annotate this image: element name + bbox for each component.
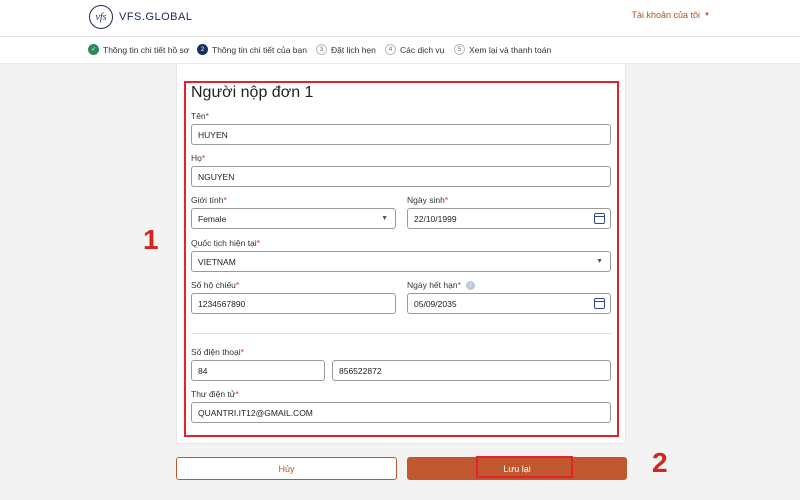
- step-label: Các dịch vụ: [400, 44, 445, 55]
- first-name-input[interactable]: HUYEN: [191, 124, 611, 145]
- step-services[interactable]: 4 Các dịch vụ: [385, 44, 444, 55]
- gender-select[interactable]: Female ▼: [191, 208, 396, 229]
- phone-number-input[interactable]: 856522872: [332, 360, 611, 381]
- vfs-logo[interactable]: vfs VFS.GLOBAL: [89, 5, 192, 29]
- step-appointment[interactable]: 3 Đặt lịch hẹn: [316, 44, 376, 55]
- chevron-down-icon: ▼: [704, 12, 710, 18]
- nationality-select[interactable]: VIETNAM ▼: [191, 251, 611, 272]
- info-icon[interactable]: i: [466, 281, 476, 291]
- last-name-label: Họ*: [191, 153, 206, 163]
- annotation-number-2: 2: [652, 447, 668, 478]
- cancel-button[interactable]: Hủy: [176, 457, 397, 480]
- phone-code-input[interactable]: 84: [191, 360, 325, 381]
- last-name-input[interactable]: NGUYEN: [191, 166, 611, 187]
- step-label: Xem lại và thanh toán: [469, 44, 552, 55]
- passport-label: Số hộ chiếu*: [191, 280, 240, 290]
- save-button[interactable]: Lưu lại: [407, 457, 627, 480]
- phone-label: Số điện thoại*: [191, 347, 244, 357]
- step-profile-details[interactable]: ✓ Thông tin chi tiết hồ sơ: [88, 44, 189, 55]
- calendar-icon[interactable]: [594, 298, 605, 309]
- applicant-title: Người nộp đơn 1: [191, 84, 314, 101]
- annotation-number-1: 1: [143, 224, 159, 255]
- dob-label: Ngày sinh*: [407, 195, 449, 205]
- step-number: 3: [316, 44, 327, 55]
- passport-input[interactable]: 1234567890: [191, 293, 396, 314]
- email-input[interactable]: QUANTRI.IT12@GMAIL.COM: [191, 402, 611, 423]
- expiry-label: Ngày hết hạn* i: [407, 280, 476, 291]
- dob-input[interactable]: 22/10/1999: [407, 208, 611, 229]
- chevron-down-icon: ▼: [381, 215, 388, 222]
- step-review-payment[interactable]: 5 Xem lại và thanh toán: [454, 44, 551, 55]
- step-number: 4: [385, 44, 396, 55]
- calendar-icon[interactable]: [594, 213, 605, 224]
- nationality-label: Quốc tịch hiện tại*: [191, 238, 260, 248]
- expiry-input[interactable]: 05/09/2035: [407, 293, 611, 314]
- account-label: Tài khoản của tôi: [631, 10, 701, 20]
- step-your-details[interactable]: 2 Thông tin chi tiết của bạn: [197, 44, 307, 55]
- gender-label: Giới tính*: [191, 195, 227, 205]
- logo-text: VFS.GLOBAL: [119, 11, 193, 23]
- step-number: 2: [197, 44, 208, 55]
- step-label: Thông tin chi tiết của bạn: [212, 44, 307, 55]
- progress-stepper: ✓ Thông tin chi tiết hồ sơ 2 Thông tin c…: [0, 37, 800, 64]
- first-name-label: Tên*: [191, 111, 209, 121]
- step-number: 5: [454, 44, 465, 55]
- step-label: Thông tin chi tiết hồ sơ: [103, 44, 190, 55]
- chevron-down-icon: ▼: [596, 258, 603, 265]
- top-header: vfs VFS.GLOBAL Tài khoản của tôi ▼: [0, 0, 800, 37]
- logo-mark: vfs: [89, 5, 113, 29]
- account-menu[interactable]: Tài khoản của tôi ▼: [632, 10, 711, 20]
- check-icon: ✓: [88, 44, 99, 55]
- step-label: Đặt lịch hẹn: [331, 44, 376, 55]
- email-label: Thư điện tử*: [191, 389, 239, 399]
- section-divider: [191, 333, 612, 334]
